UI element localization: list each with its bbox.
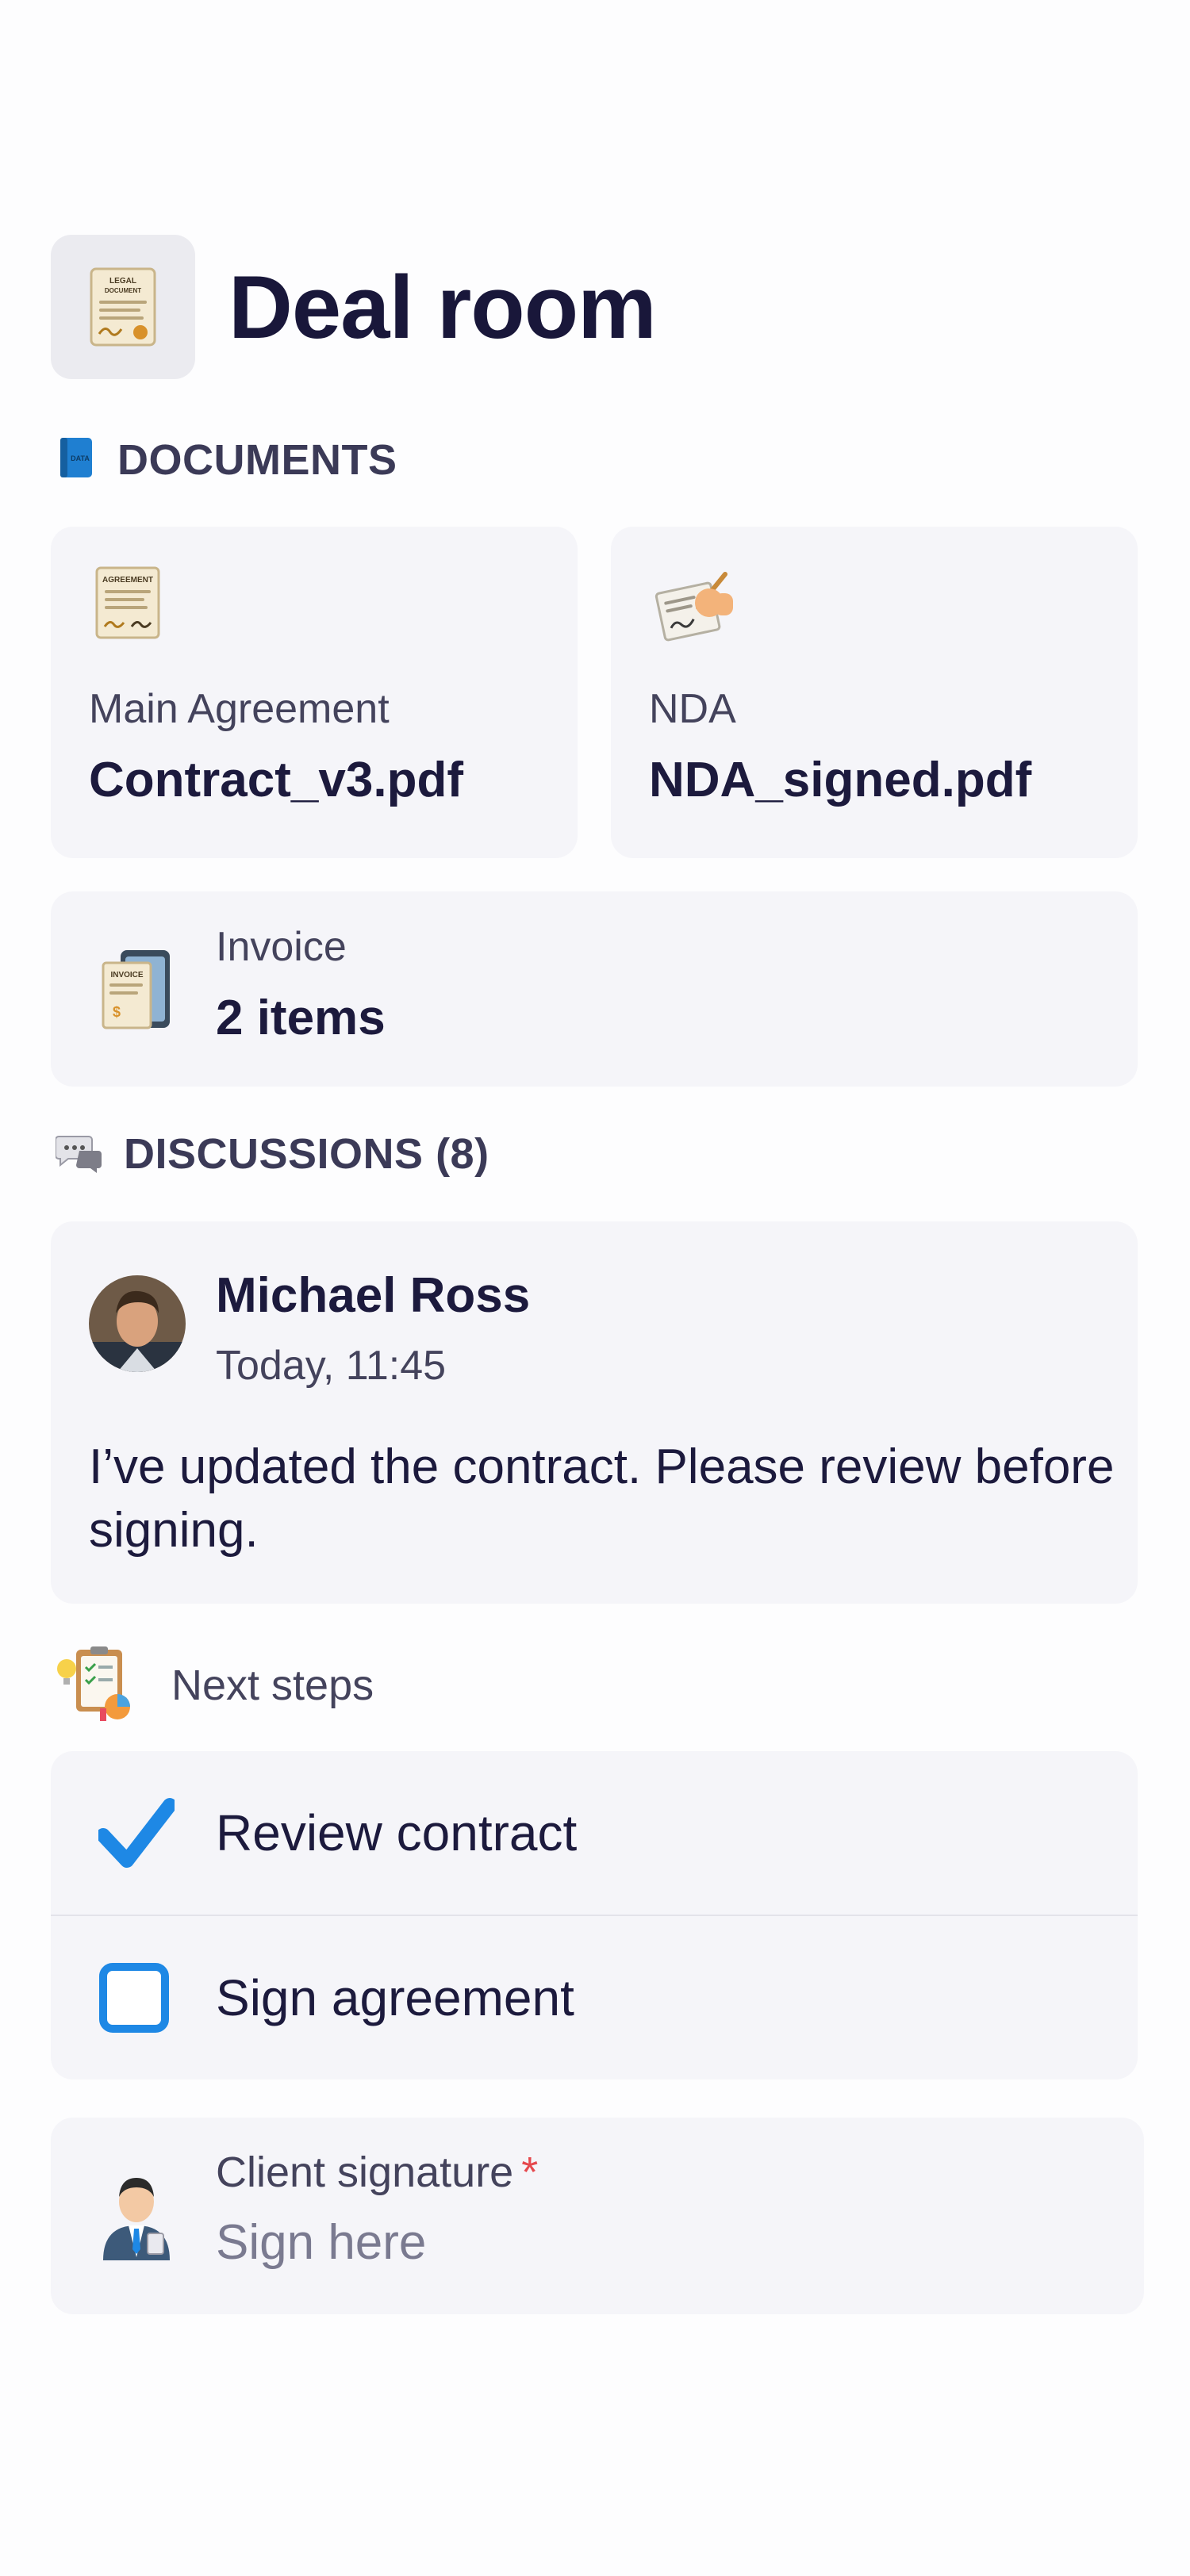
next-steps-header: Next steps: [56, 1642, 374, 1728]
document-card-invoice[interactable]: INVOICE $ Invoice 2 items: [51, 891, 1138, 1087]
next-steps-list: Review contract Sign agreement: [51, 1751, 1138, 2080]
svg-text:DOCUMENT: DOCUMENT: [105, 287, 141, 294]
signature-label-row: Client signature *: [216, 2148, 538, 2197]
step-label: Sign agreement: [216, 1969, 574, 2026]
document-filename: Contract_v3.pdf: [89, 753, 463, 807]
deal-room-page: LEGAL DOCUMENT Deal room DATA DOCUMENTS: [0, 0, 1190, 2576]
svg-text:$: $: [113, 1004, 121, 1020]
document-label: Main Agreement: [89, 686, 390, 732]
document-card-main-agreement[interactable]: AGREEMENT Main Agreement Contract_v3.pdf: [51, 527, 578, 858]
document-card-nda[interactable]: NDA NDA_signed.pdf: [611, 527, 1138, 858]
documents-section-header: DATA DOCUMENTS: [56, 435, 397, 485]
svg-text:DATA: DATA: [71, 454, 90, 462]
businessman-icon: [98, 2165, 175, 2264]
post-message: I’ve updated the contract. Please review…: [89, 1439, 1115, 1558]
svg-text:INVOICE: INVOICE: [110, 971, 143, 979]
svg-text:AGREEMENT: AGREEMENT: [102, 576, 153, 585]
invoice-icon: INVOICE $: [98, 947, 175, 1038]
required-marker: *: [521, 2149, 539, 2196]
document-filename: NDA_signed.pdf: [649, 753, 1032, 807]
step-item-review-contract[interactable]: Review contract: [51, 1751, 1138, 1916]
step-label: Review contract: [216, 1804, 578, 1861]
signing-hand-icon: [652, 563, 735, 650]
checkmark-icon[interactable]: [96, 1797, 177, 1873]
documents-section-label: DOCUMENTS: [117, 435, 397, 484]
signature-placeholder[interactable]: Sign here: [216, 2214, 426, 2271]
checkbox-empty-icon[interactable]: [98, 1962, 170, 2037]
svg-text:LEGAL: LEGAL: [109, 277, 136, 286]
book-icon: DATA: [56, 435, 97, 485]
next-steps-label: Next steps: [171, 1661, 374, 1709]
document-label: NDA: [649, 686, 736, 732]
discussion-post-card[interactable]: Michael Ross Today, 11:45 I’ve updated t…: [51, 1221, 1138, 1604]
post-timestamp: Today, 11:45: [216, 1343, 447, 1389]
page-title: Deal room: [228, 257, 657, 357]
post-author: Michael Ross: [216, 1268, 531, 1323]
document-count: 2 items: [216, 991, 386, 1045]
discussions-section-header: DISCUSSIONS (8): [55, 1129, 489, 1179]
speech-bubbles-icon: [55, 1132, 103, 1177]
signature-label: Client signature: [216, 2149, 514, 2196]
step-item-sign-agreement[interactable]: Sign agreement: [51, 1916, 1138, 2080]
avatar: [89, 1275, 186, 1376]
agreement-document-icon: AGREEMENT: [92, 563, 163, 646]
document-label: Invoice: [216, 924, 347, 970]
client-signature-field[interactable]: Client signature * Sign here: [51, 2118, 1144, 2314]
legal-document-icon: LEGAL DOCUMENT: [51, 235, 195, 379]
clipboard-checklist-icon: [56, 1642, 140, 1728]
discussions-section-label: DISCUSSIONS (8): [124, 1130, 489, 1178]
page-header: LEGAL DOCUMENT Deal room: [51, 235, 657, 379]
